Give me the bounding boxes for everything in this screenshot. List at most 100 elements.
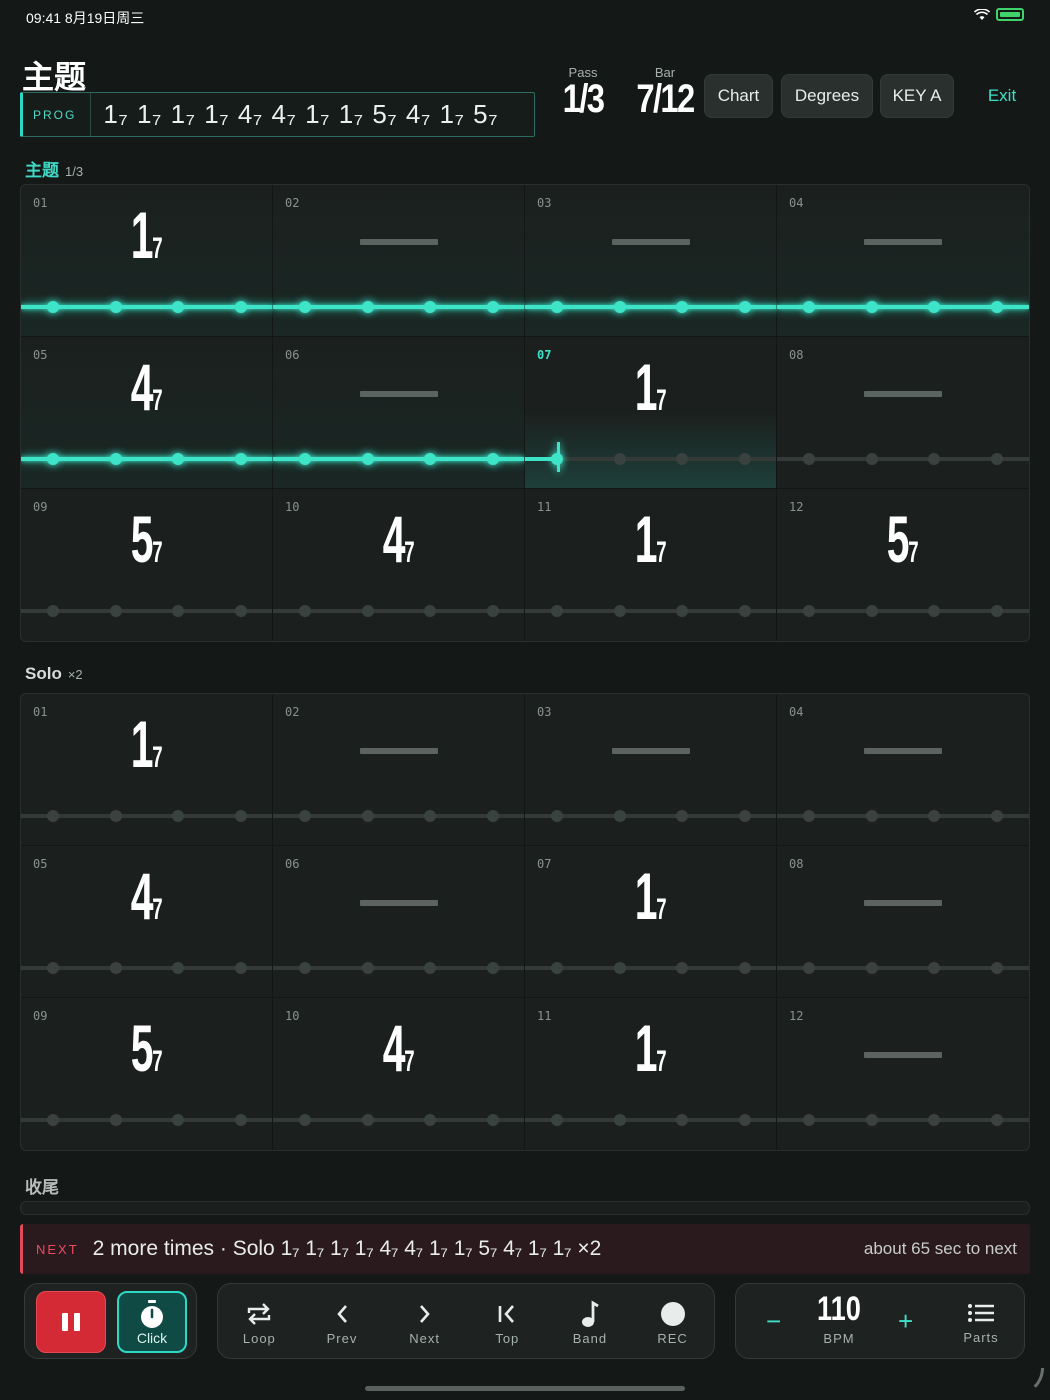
click-label: Click xyxy=(136,1330,168,1346)
beat-dot xyxy=(866,810,878,822)
pause-bar-icon xyxy=(62,1313,68,1331)
beat-dot xyxy=(235,1114,247,1126)
bar-cell[interactable]: 07 17 xyxy=(525,337,777,489)
playhead[interactable] xyxy=(557,442,560,472)
section-name: Solo xyxy=(25,664,62,683)
beat-dot xyxy=(739,453,751,465)
bar-cell[interactable]: 02 xyxy=(273,694,525,846)
bar-cell[interactable]: 03 xyxy=(525,185,777,337)
top-button[interactable]: Top xyxy=(472,1297,542,1346)
bpm-decrease-button[interactable]: − xyxy=(766,1306,781,1337)
beat-dot xyxy=(739,962,751,974)
section-label-ending[interactable]: 收尾 xyxy=(25,1173,59,1198)
bar-cell[interactable]: 06 xyxy=(273,337,525,489)
corner-gesture-icon xyxy=(1016,1368,1044,1396)
bar-cell[interactable]: 05 47 xyxy=(21,846,273,998)
pause-button[interactable] xyxy=(36,1291,106,1353)
chord-symbol: 47 xyxy=(21,351,272,437)
beat-dot xyxy=(928,605,940,617)
bpm-value[interactable]: 110 xyxy=(814,1290,864,1329)
parts-label: Parts xyxy=(963,1330,999,1345)
loop-label: Loop xyxy=(242,1330,276,1346)
home-indicator[interactable] xyxy=(365,1386,685,1391)
stopwatch-icon xyxy=(141,1300,163,1328)
bpm-increase-button[interactable]: + xyxy=(898,1306,913,1337)
bar-number: 02 xyxy=(285,705,300,719)
bar-cell[interactable]: 09 57 xyxy=(21,998,273,1150)
rec-button[interactable]: REC xyxy=(638,1297,708,1346)
bar-cell[interactable]: 03 xyxy=(525,694,777,846)
beat-dot xyxy=(424,453,436,465)
beat-dot xyxy=(676,810,688,822)
bar-cell[interactable]: 12 57 xyxy=(777,489,1029,641)
key-button[interactable]: KEY A xyxy=(880,74,954,118)
beat-dot xyxy=(739,810,751,822)
bar-cell[interactable]: 11 17 xyxy=(525,998,777,1150)
beat-dot xyxy=(172,810,184,822)
exit-button[interactable]: Exit xyxy=(972,74,1032,118)
repeat-bar-mark xyxy=(359,239,438,245)
bar-cell[interactable]: 08 xyxy=(777,337,1029,489)
bar-cell[interactable]: 01 17 xyxy=(21,694,273,846)
bar-cell[interactable]: 10 47 xyxy=(273,998,525,1150)
bar-cell[interactable]: 09 57 xyxy=(21,489,273,641)
bar-cell[interactable]: 04 xyxy=(777,185,1029,337)
band-button[interactable]: Band xyxy=(555,1297,625,1346)
chord-quality: 7 xyxy=(152,536,163,569)
beat-dot xyxy=(991,301,1003,313)
bar-cell[interactable]: 10 47 xyxy=(273,489,525,641)
prog-sequence: 1₇ 1₇ 1₇ 1₇ 4₇ 4₇ 1₇ 1₇ 5₇ 4₇ 1₇ 5₇ xyxy=(103,99,499,129)
bar-cell[interactable]: 06 xyxy=(273,846,525,998)
bar-cell[interactable]: 04 xyxy=(777,694,1029,846)
chord-root: 1 xyxy=(634,350,658,424)
parts-button[interactable]: Parts xyxy=(946,1296,1016,1345)
bar-cell[interactable]: 02 xyxy=(273,185,525,337)
bar-cell[interactable]: 01 17 xyxy=(21,185,273,337)
bar-grid-ending xyxy=(20,1201,1030,1215)
prev-label: Prev xyxy=(326,1330,358,1346)
bar-number: 03 xyxy=(537,705,552,719)
bar-cell[interactable]: 07 17 xyxy=(525,846,777,998)
loop-button[interactable]: Loop xyxy=(224,1297,294,1346)
prev-button[interactable]: Prev xyxy=(307,1297,377,1346)
bar-cell[interactable]: 08 xyxy=(777,846,1029,998)
chord-quality: 7 xyxy=(152,384,163,417)
beat-dot xyxy=(991,605,1003,617)
next-button[interactable]: Next xyxy=(390,1297,460,1346)
pass-value: 1/3 xyxy=(562,77,605,121)
list-icon xyxy=(968,1304,994,1322)
beat-dot xyxy=(991,810,1003,822)
chart-button[interactable]: Chart xyxy=(704,74,773,118)
beat-dot xyxy=(739,301,751,313)
beat-dot xyxy=(866,301,878,313)
bar-cell[interactable]: 05 47 xyxy=(21,337,273,489)
beat-dot xyxy=(362,810,374,822)
beat-dot xyxy=(299,453,311,465)
beat-dot xyxy=(487,301,499,313)
bar-cell[interactable]: 11 17 xyxy=(525,489,777,641)
bar-cell[interactable]: 12 xyxy=(777,998,1029,1150)
repeat-bar-mark xyxy=(864,1052,942,1058)
beat-dot xyxy=(614,605,626,617)
beat-dot xyxy=(362,605,374,617)
beat-dot xyxy=(172,1114,184,1126)
bar-number: 06 xyxy=(285,857,300,871)
beat-dot xyxy=(739,605,751,617)
beat-dot xyxy=(866,1114,878,1126)
degrees-button[interactable]: Degrees xyxy=(781,74,873,118)
click-button[interactable]: Click xyxy=(117,1291,187,1353)
chord-root: 4 xyxy=(382,1011,406,1085)
beat-dot xyxy=(928,453,940,465)
beat-dot xyxy=(110,810,122,822)
chord-root: 1 xyxy=(634,859,658,933)
status-indicators xyxy=(974,8,1024,21)
top-label: Top xyxy=(495,1330,520,1346)
pause-bar-icon xyxy=(74,1313,80,1331)
section-label-solo[interactable]: Solo ×2 xyxy=(25,664,83,684)
repeat-bar-mark xyxy=(864,391,942,397)
bar-number: 02 xyxy=(285,196,300,210)
section-label-theme[interactable]: 主题 1/3 xyxy=(25,156,83,181)
beat-dot xyxy=(47,962,59,974)
play-panel: Click xyxy=(24,1283,197,1359)
beat-dot xyxy=(47,301,59,313)
